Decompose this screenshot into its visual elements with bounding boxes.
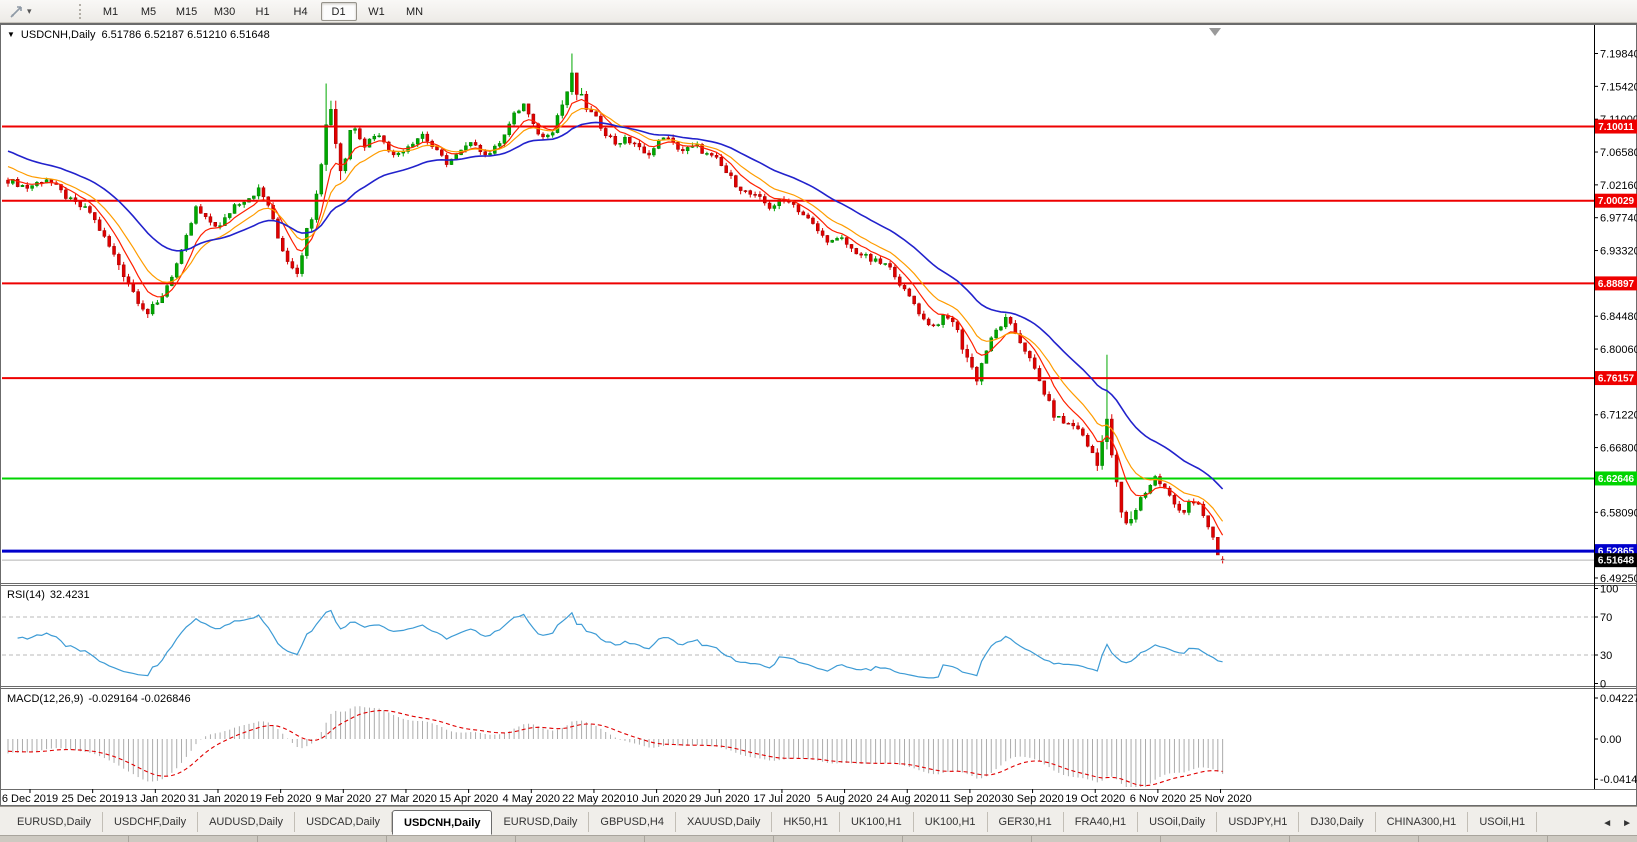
chart-tab-bar: EURUSD,DailyUSDCHF,DailyAUDUSD,DailyUSDC…	[0, 806, 1637, 835]
status-strip	[0, 835, 1637, 842]
chart-tab-gbpusd-h4[interactable]: GBPUSD,H4	[589, 812, 676, 832]
svg-text:4 May 2020: 4 May 2020	[503, 793, 560, 805]
chart-tab-uk100-h1[interactable]: UK100,H1	[840, 812, 914, 832]
svg-text:19 Feb 2020: 19 Feb 2020	[250, 793, 312, 805]
svg-text:7.02160: 7.02160	[1600, 180, 1637, 192]
svg-text:0.042275: 0.042275	[1600, 693, 1637, 705]
svg-text:6.93320: 6.93320	[1600, 246, 1637, 258]
svg-text:7.19840: 7.19840	[1600, 49, 1637, 61]
timeframe-button-h4[interactable]: H4	[283, 2, 319, 21]
chart-tab-dj30-daily[interactable]: DJ30,Daily	[1299, 812, 1375, 832]
svg-text:70: 70	[1600, 612, 1612, 624]
svg-text:6.62646: 6.62646	[1598, 474, 1635, 485]
toolbar-grip[interactable]	[79, 4, 83, 19]
svg-text:13 Jan 2020: 13 Jan 2020	[125, 793, 186, 805]
chart-tab-audusd-daily[interactable]: AUDUSD,Daily	[198, 812, 295, 832]
tab-scroll-left-icon[interactable]: ◄	[1599, 818, 1615, 829]
chart-tab-ger30-h1[interactable]: GER30,H1	[988, 812, 1064, 832]
svg-text:11 Sep 2020: 11 Sep 2020	[939, 793, 1001, 805]
rsi-indicator-label: RSI(14) 32.4231	[7, 589, 90, 601]
timeframe-button-d1[interactable]: D1	[321, 2, 357, 21]
svg-text:27 Mar 2020: 27 Mar 2020	[375, 793, 437, 805]
chart-tab-usoil-daily[interactable]: USOil,Daily	[1138, 812, 1217, 832]
collapse-chart-icon[interactable]: ▼	[7, 31, 15, 39]
chart-tab-usoil-h1[interactable]: USOil,H1	[1468, 812, 1537, 832]
svg-text:6.80060: 6.80060	[1600, 344, 1637, 356]
svg-text:-0.04148: -0.04148	[1600, 774, 1637, 786]
macd-values: -0.029164 -0.026846	[88, 693, 190, 705]
macd-indicator-label: MACD(12,26,9) -0.029164 -0.026846	[7, 693, 191, 705]
svg-text:6.76157: 6.76157	[1598, 374, 1635, 385]
svg-text:24 Aug 2020: 24 Aug 2020	[876, 793, 938, 805]
svg-text:5 Aug 2020: 5 Aug 2020	[817, 793, 873, 805]
svg-text:25 Nov 2020: 25 Nov 2020	[1189, 793, 1251, 805]
svg-text:30: 30	[1600, 650, 1612, 662]
chart-tab-china300-h1[interactable]: CHINA300,H1	[1376, 812, 1469, 832]
chart-tab-hk50-h1[interactable]: HK50,H1	[772, 812, 840, 832]
svg-text:9 Mar 2020: 9 Mar 2020	[315, 793, 371, 805]
svg-text:6.88897: 6.88897	[1598, 279, 1635, 290]
svg-text:31 Jan 2020: 31 Jan 2020	[188, 793, 249, 805]
svg-text:6 Dec 2019: 6 Dec 2019	[2, 793, 58, 805]
toolbar: ▾ M1M5M15M30H1H4D1W1MN	[0, 0, 1637, 23]
svg-text:6.84480: 6.84480	[1600, 311, 1637, 323]
svg-text:15 Apr 2020: 15 Apr 2020	[439, 793, 498, 805]
svg-text:6 Nov 2020: 6 Nov 2020	[1130, 793, 1186, 805]
svg-text:6.97740: 6.97740	[1600, 213, 1637, 225]
timeframe-button-m1[interactable]: M1	[93, 2, 129, 21]
svg-text:6.58090: 6.58090	[1600, 507, 1637, 519]
timeframe-button-m15[interactable]: M15	[169, 2, 205, 21]
chart-tab-xauusd-daily[interactable]: XAUUSD,Daily	[676, 812, 772, 832]
chart-tab-usdcnh-daily[interactable]: USDCNH,Daily	[392, 810, 492, 835]
svg-text:17 Jul 2020: 17 Jul 2020	[753, 793, 810, 805]
chart-tab-eurusd-daily[interactable]: EURUSD,Daily	[6, 812, 103, 832]
svg-text:10 Jun 2020: 10 Jun 2020	[626, 793, 687, 805]
svg-text:29 Jun 2020: 29 Jun 2020	[689, 793, 750, 805]
svg-text:7.15420: 7.15420	[1600, 81, 1637, 93]
svg-text:7.06580: 7.06580	[1600, 147, 1637, 159]
svg-text:25 Dec 2019: 25 Dec 2019	[61, 793, 123, 805]
svg-text:19 Oct 2020: 19 Oct 2020	[1065, 793, 1125, 805]
crosshair-tool-icon	[9, 4, 24, 19]
timeframe-button-group: M1M5M15M30H1H4D1W1MN	[93, 2, 435, 21]
svg-text:6.71220: 6.71220	[1600, 410, 1637, 422]
timeframe-button-m5[interactable]: M5	[131, 2, 167, 21]
chart-ohlc-values: 6.51786 6.52187 6.51210 6.51648	[101, 29, 269, 41]
svg-text:7.10011: 7.10011	[1598, 122, 1634, 133]
svg-text:7.00029: 7.00029	[1598, 196, 1635, 207]
rsi-name: RSI(14)	[7, 589, 45, 601]
macd-name: MACD(12,26,9)	[7, 693, 83, 705]
chart-tab-usdchf-daily[interactable]: USDCHF,Daily	[103, 812, 198, 832]
svg-text:30 Sep 2020: 30 Sep 2020	[1001, 793, 1063, 805]
chart-tab-eurusd-daily[interactable]: EURUSD,Daily	[492, 812, 589, 832]
dropdown-arrow-icon: ▾	[27, 7, 32, 16]
svg-text:0: 0	[1600, 679, 1606, 691]
svg-text:6.51648: 6.51648	[1598, 556, 1635, 567]
svg-text:100: 100	[1600, 584, 1618, 596]
tab-scroll-arrows: ◄ ►	[1599, 818, 1635, 829]
chart-symbol-label: USDCNH,Daily	[21, 29, 96, 41]
timeframe-button-m30[interactable]: M30	[207, 2, 243, 21]
timeframe-button-h1[interactable]: H1	[245, 2, 281, 21]
svg-text:6.66800: 6.66800	[1600, 443, 1637, 455]
timeframe-button-w1[interactable]: W1	[359, 2, 395, 21]
svg-text:22 May 2020: 22 May 2020	[562, 793, 626, 805]
svg-text:0.00: 0.00	[1600, 734, 1621, 746]
chart-tab-fra40-h1[interactable]: FRA40,H1	[1064, 812, 1138, 832]
chart-tab-usdjpy-h1[interactable]: USDJPY,H1	[1217, 812, 1299, 832]
rsi-value: 32.4231	[50, 589, 90, 601]
timeframe-button-mn[interactable]: MN	[397, 2, 433, 21]
chart-tab-uk100-h1[interactable]: UK100,H1	[914, 812, 988, 832]
chart-tab-usdcad-daily[interactable]: USDCAD,Daily	[295, 812, 392, 832]
chart-tabs: EURUSD,DailyUSDCHF,DailyAUDUSD,DailyUSDC…	[0, 807, 1598, 835]
chart-header: ▼ USDCNH,Daily 6.51786 6.52187 6.51210 6…	[7, 29, 270, 41]
price-chart-canvas[interactable]: 7.198407.154207.110007.065807.021606.977…	[0, 23, 1637, 806]
tab-scroll-right-icon[interactable]: ►	[1619, 818, 1635, 829]
cursor-tool-button[interactable]: ▾	[4, 2, 37, 21]
